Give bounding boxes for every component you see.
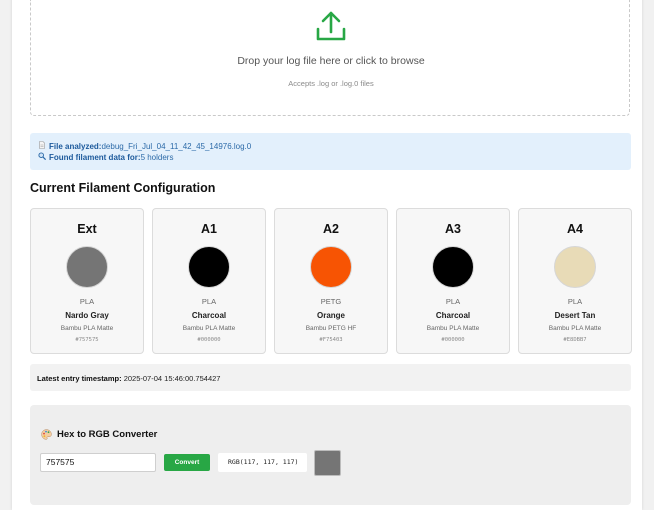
- rgb-output: RGB(117, 117, 117): [218, 453, 307, 472]
- filament-type: PETG: [320, 297, 342, 306]
- color-swatch: [188, 246, 230, 288]
- drop-zone-title: Drop your log file here or click to brow…: [237, 55, 425, 67]
- file-drop-zone[interactable]: Drop your log file here or click to brow…: [30, 0, 630, 116]
- color-swatch: [66, 246, 108, 288]
- color-preview-swatch: [314, 450, 341, 476]
- magnifier-icon: [38, 152, 46, 163]
- found-data-row: Found filament data for: 5 holders: [38, 152, 631, 163]
- filament-type: PLA: [567, 297, 583, 306]
- filament-color-name: Orange: [316, 311, 345, 320]
- holder-card-a4: A4 PLA Desert Tan Bambu PLA Matte #E8DBB…: [518, 208, 632, 354]
- holder-card-a3: A3 PLA Charcoal Bambu PLA Matte #000000: [396, 208, 510, 354]
- file-name: debug_Fri_Jul_04_11_42_45_14976.log.0: [101, 141, 252, 151]
- upload-icon: [316, 11, 346, 41]
- filament-color-name: Charcoal: [191, 311, 227, 320]
- filament-brand: Bambu PLA Matte: [60, 325, 114, 332]
- timestamp-bar: Latest entry timestamp: 2025-07-04 15:46…: [30, 364, 631, 391]
- timestamp-label: Latest entry timestamp:: [37, 374, 122, 383]
- filament-type: PLA: [201, 297, 217, 306]
- analysis-info-box: File analyzed: debug_Fri_Jul_04_11_42_45…: [30, 133, 631, 170]
- filament-type: PLA: [79, 297, 95, 306]
- filament-brand: Bambu PETG HF: [305, 325, 357, 332]
- timestamp-value: 2025-07-04 15:46:00.754427: [123, 374, 221, 383]
- converter-title: Hex to RGB Converter: [57, 429, 158, 440]
- hex-input[interactable]: 757575: [40, 453, 156, 472]
- filament-brand: Bambu PLA Matte: [548, 325, 602, 332]
- holder-name: Ext: [77, 222, 97, 236]
- holder-card-a2: A2 PETG Orange Bambu PETG HF #F75403: [274, 208, 388, 354]
- found-data-value: 5 holders: [140, 152, 174, 162]
- filament-color-name: Charcoal: [435, 311, 471, 320]
- filament-type: PLA: [445, 297, 461, 306]
- filament-brand: Bambu PLA Matte: [182, 325, 236, 332]
- file-analyzed-label: File analyzed:: [49, 141, 102, 151]
- color-swatch: [310, 246, 352, 288]
- filament-color-name: Desert Tan: [554, 311, 596, 320]
- filament-hex: #000000: [441, 337, 465, 343]
- filament-hex: #000000: [197, 337, 221, 343]
- filament-color-name: Nardo Gray: [65, 311, 109, 320]
- holder-card-a1: A1 PLA Charcoal Bambu PLA Matte #000000: [152, 208, 266, 354]
- converter-title-row: Hex to RGB Converter: [41, 429, 157, 440]
- found-data-label: Found filament data for:: [49, 152, 141, 162]
- drop-zone-subtitle: Accepts .log or .log.0 files: [288, 79, 374, 88]
- holder-name: A3: [445, 222, 461, 236]
- holder-name: A1: [201, 222, 217, 236]
- filament-hex: #F75403: [319, 337, 343, 343]
- filament-hex: #E8DBB7: [563, 337, 587, 343]
- color-swatch: [554, 246, 596, 288]
- file-analyzed-row: File analyzed: debug_Fri_Jul_04_11_42_45…: [38, 141, 631, 152]
- holder-name: A2: [323, 222, 339, 236]
- palette-icon: [41, 429, 52, 440]
- section-title: Current Filament Configuration: [30, 181, 216, 195]
- filament-hex: #757575: [75, 337, 99, 343]
- holder-name: A4: [567, 222, 583, 236]
- convert-button[interactable]: Convert: [164, 454, 210, 471]
- hex-rgb-converter: Hex to RGB Converter 757575 Convert RGB(…: [30, 405, 631, 505]
- filament-brand: Bambu PLA Matte: [426, 325, 480, 332]
- file-icon: [38, 141, 46, 152]
- color-swatch: [432, 246, 474, 288]
- holder-card-ext: Ext PLA Nardo Gray Bambu PLA Matte #7575…: [30, 208, 144, 354]
